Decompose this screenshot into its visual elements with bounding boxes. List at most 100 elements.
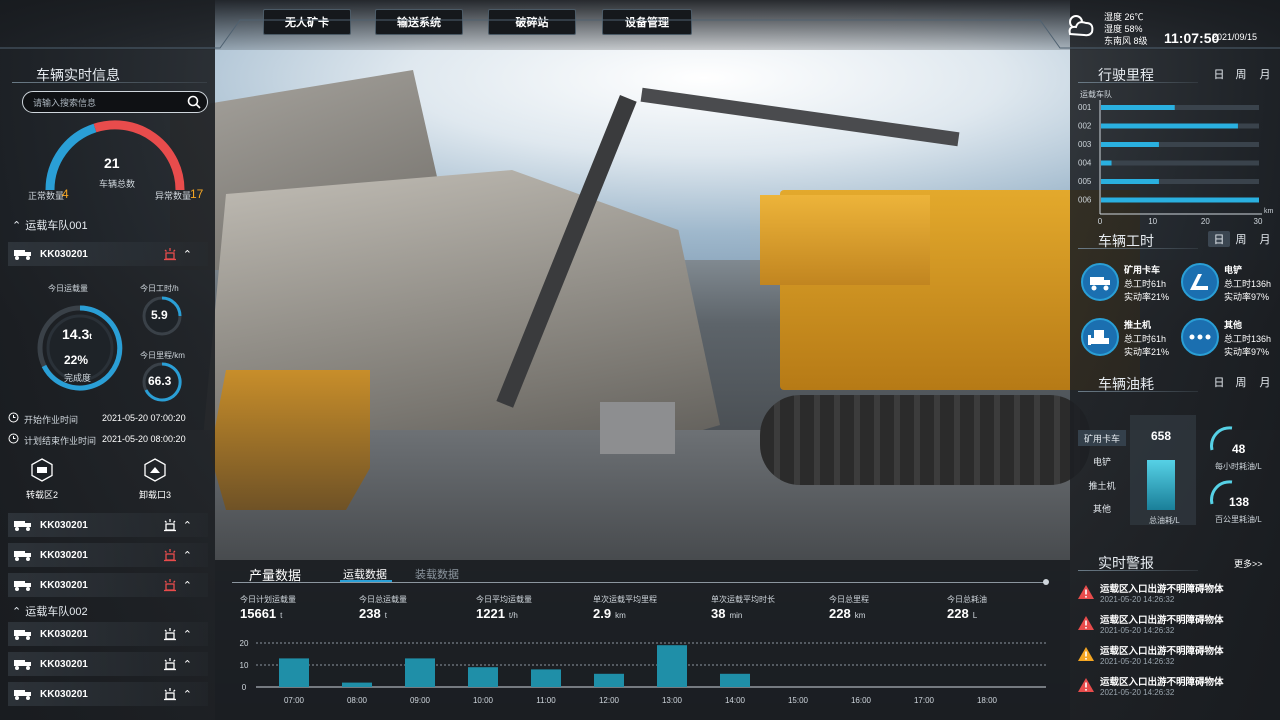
title-underline bbox=[1078, 248, 1198, 249]
alert-time: 2021-05-20 14:26:32 bbox=[1100, 595, 1175, 604]
stat-unit: L bbox=[972, 611, 978, 620]
alert-time: 2021-05-20 14:26:32 bbox=[1100, 688, 1175, 697]
stat-label: 单次运载平均里程 bbox=[593, 595, 657, 604]
search-icon[interactable] bbox=[187, 95, 201, 109]
hours-item-name: 推土机 bbox=[1124, 320, 1152, 330]
vehicle-row[interactable]: KK030201 ⌃ bbox=[8, 543, 208, 567]
clock-icon bbox=[8, 412, 19, 423]
fuel-tab-shovel[interactable]: 电铲 bbox=[1078, 453, 1126, 469]
vehicle-search-box[interactable] bbox=[22, 91, 208, 113]
x-tick-label: 0 bbox=[1098, 217, 1103, 226]
alarm-light-icon bbox=[163, 519, 176, 532]
fuel-tab-mining-truck[interactable]: 矿用卡车 bbox=[1078, 430, 1126, 446]
shovel-bucket bbox=[600, 402, 675, 454]
alert-more-link[interactable]: 更多>> bbox=[1234, 557, 1263, 570]
collapse-chevron-icon[interactable]: ⌃ bbox=[183, 248, 192, 261]
vehicle-id: KK030201 bbox=[40, 579, 88, 591]
fuel-tab-other[interactable]: 其他 bbox=[1078, 500, 1126, 516]
alert-item[interactable]: 运载区入口出游不明障碍物体 2021-05-20 14:26:32 bbox=[1078, 612, 1278, 642]
period-month[interactable]: 月 bbox=[1254, 231, 1276, 247]
period-day[interactable]: 日 bbox=[1208, 231, 1230, 247]
expand-chevron-icon[interactable]: ⌃ bbox=[183, 628, 192, 641]
vehicle-id: KK030201 bbox=[40, 248, 88, 260]
fleet-group-002[interactable]: ⌃ 运载车队002 bbox=[12, 603, 88, 619]
warning-triangle-icon bbox=[1078, 616, 1094, 630]
period-week[interactable]: 周 bbox=[1230, 66, 1252, 82]
stat-value: 1221 t/h bbox=[476, 606, 518, 621]
clock-time: 11:07:50 bbox=[1164, 30, 1220, 46]
fuel-tab-bulldozer[interactable]: 推土机 bbox=[1078, 477, 1126, 493]
vehicle-row[interactable]: KK030201 ⌃ bbox=[8, 573, 208, 597]
tab-loading-data[interactable]: 装载数据 bbox=[415, 566, 459, 582]
x-tick-label: 20 bbox=[1201, 217, 1210, 226]
search-input[interactable] bbox=[31, 94, 185, 112]
mining-truck-hours-icon bbox=[1080, 262, 1120, 302]
today-hours-label: 今日工时/h bbox=[140, 284, 179, 293]
mileage-bar bbox=[1101, 105, 1175, 110]
truck-icon bbox=[14, 250, 31, 260]
wind-value: 东南风 8级 bbox=[1104, 36, 1148, 46]
vehicle-id: KK030201 bbox=[40, 658, 88, 670]
abnormal-count-value: 17 bbox=[190, 187, 204, 201]
x-tick-label: 09:00 bbox=[410, 696, 431, 705]
alert-item[interactable]: 运载区入口出游不明障碍物体 2021-05-20 14:26:32 bbox=[1078, 643, 1278, 673]
hourly-fuel-label: 每小时耗油/L bbox=[1215, 462, 1262, 471]
stat-unit: t/h bbox=[508, 611, 518, 620]
end-time-value: 2021-05-20 08:00:20 bbox=[102, 434, 186, 444]
stat-value: 15661 t bbox=[240, 606, 283, 621]
vehicle-row[interactable]: KK030201 ⌃ bbox=[8, 242, 208, 266]
stat-value: 38 min bbox=[711, 606, 743, 621]
expand-chevron-icon[interactable]: ⌃ bbox=[183, 549, 192, 562]
stat-unit: min bbox=[729, 611, 743, 620]
alert-text: 运载区入口出游不明障碍物体 bbox=[1100, 646, 1224, 657]
warning-triangle-icon bbox=[1078, 647, 1094, 661]
title-underline bbox=[1078, 82, 1198, 83]
shovel-hours-icon bbox=[1180, 262, 1220, 302]
hours-item-total: 总工时136h bbox=[1224, 279, 1272, 289]
period-month[interactable]: 月 bbox=[1254, 374, 1276, 390]
expand-chevron-icon[interactable]: ⌃ bbox=[183, 688, 192, 701]
category-label: 004 bbox=[1078, 159, 1092, 168]
x-tick-label: 15:00 bbox=[788, 696, 809, 705]
vehicle-row[interactable]: KK030201 ⌃ bbox=[8, 652, 208, 676]
alarm-light-icon bbox=[163, 628, 176, 641]
hourly-transport-bar-chart: 0 10 20 07:00 08:00 09:00 10:00 11:00 12:00 13:00… bbox=[240, 639, 1046, 705]
bulldozer-hours-icon bbox=[1080, 317, 1120, 357]
period-week[interactable]: 周 bbox=[1230, 374, 1252, 390]
x-tick-label: 13:00 bbox=[662, 696, 683, 705]
period-day[interactable]: 日 bbox=[1208, 66, 1230, 82]
period-day[interactable]: 日 bbox=[1208, 374, 1230, 390]
expand-chevron-icon[interactable]: ⌃ bbox=[183, 579, 192, 592]
alarm-light-icon bbox=[163, 248, 176, 261]
stat-label: 今日平均运载量 bbox=[476, 595, 532, 604]
load-zone-label: 转载区2 bbox=[26, 490, 59, 500]
vehicle-row[interactable]: KK030201 ⌃ bbox=[8, 513, 208, 537]
x-tick-label: 10 bbox=[1148, 217, 1157, 226]
vehicle-row[interactable]: KK030201 ⌃ bbox=[8, 682, 208, 706]
alert-time: 2021-05-20 14:26:32 bbox=[1100, 626, 1175, 635]
vehicle-id: KK030201 bbox=[40, 688, 88, 700]
alert-item[interactable]: 运载区入口出游不明障碍物体 2021-05-20 14:26:32 bbox=[1078, 581, 1278, 611]
mileage-bar-chart: 001 002 003 004 005 006 0 10 20 30 bbox=[1078, 100, 1263, 226]
y-tick-label: 0 bbox=[242, 683, 247, 692]
stat-unit: t bbox=[384, 611, 387, 620]
mileage-bar bbox=[1101, 197, 1259, 203]
hours-item-rate: 实动率97% bbox=[1224, 292, 1270, 302]
divider-dot bbox=[1043, 579, 1049, 585]
alarm-light-icon bbox=[163, 688, 176, 701]
stat-label: 今日计划运载量 bbox=[240, 595, 296, 604]
category-label: 001 bbox=[1078, 103, 1092, 112]
stat-value: 228 km bbox=[829, 606, 866, 621]
per-100km-fuel-value: 138 bbox=[1229, 495, 1250, 509]
alert-text: 运载区入口出游不明障碍物体 bbox=[1100, 677, 1224, 688]
x-tick-label: 10:00 bbox=[473, 696, 494, 705]
fleet-group-001[interactable]: ⌃ 运载车队001 bbox=[12, 217, 88, 233]
hours-item-name: 其他 bbox=[1224, 320, 1243, 330]
vehicle-row[interactable]: KK030201 ⌃ bbox=[8, 622, 208, 646]
period-week[interactable]: 周 bbox=[1230, 231, 1252, 247]
mileage-bar bbox=[1101, 160, 1112, 166]
expand-chevron-icon[interactable]: ⌃ bbox=[183, 519, 192, 532]
alert-item[interactable]: 运载区入口出游不明障碍物体 2021-05-20 14:26:32 bbox=[1078, 674, 1278, 704]
expand-chevron-icon[interactable]: ⌃ bbox=[183, 658, 192, 671]
period-month[interactable]: 月 bbox=[1254, 66, 1276, 82]
